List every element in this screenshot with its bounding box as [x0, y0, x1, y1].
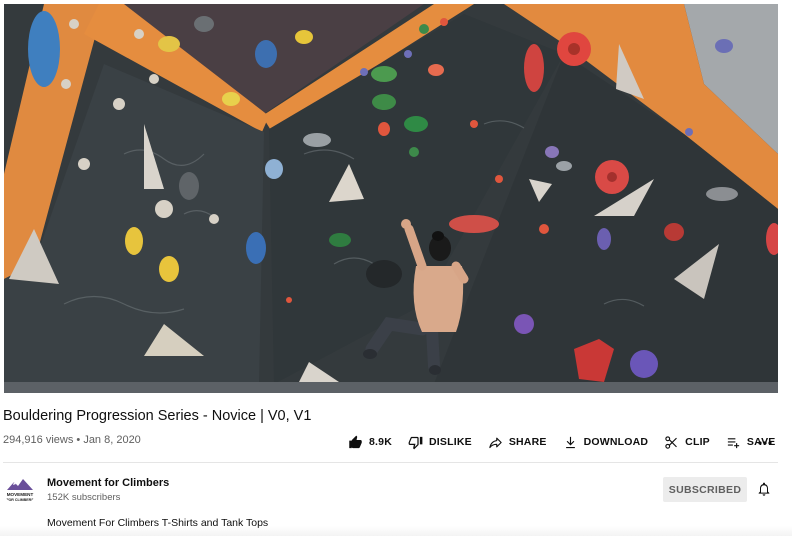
clip-label: CLIP — [685, 436, 710, 448]
scissors-icon — [665, 435, 678, 449]
avatar-text-bottom: FOR CLIMBERS — [6, 498, 34, 502]
subscriber-count: 152K subscribers — [47, 492, 121, 503]
video-meta: 294,916 views • Jan 8, 2020 — [3, 434, 141, 446]
thumbs-down-icon — [408, 436, 423, 449]
page-fade — [0, 526, 792, 536]
download-button[interactable]: DOWNLOAD — [563, 435, 649, 450]
channel-logo: MOVEMENT FOR CLIMBERS — [4, 474, 36, 506]
channel-name[interactable]: Movement for Climbers — [47, 477, 169, 489]
dislike-button[interactable]: DISLIKE — [408, 435, 472, 450]
like-count: 8.9K — [369, 436, 392, 448]
share-label: SHARE — [508, 436, 547, 448]
playlist-add-icon — [727, 437, 740, 448]
clip-button[interactable]: CLIP — [664, 435, 710, 450]
dislike-label: DISLIKE — [428, 436, 472, 448]
channel-avatar[interactable]: MOVEMENT FOR CLIMBERS — [4, 474, 36, 506]
thumbs-up-icon — [349, 435, 362, 448]
avatar-text-top: MOVEMENT — [7, 492, 34, 497]
download-icon — [565, 436, 575, 448]
subscribed-button[interactable]: SUBSCRIBED — [663, 477, 747, 502]
view-count: 294,916 views — [3, 434, 74, 446]
more-horizontal-icon[interactable] — [757, 434, 773, 450]
divider — [3, 462, 778, 463]
video-title: Bouldering Progression Series - Novice |… — [3, 408, 312, 424]
action-bar: 8.9K DISLIKE SHARE DOWNLOAD CLIP SAVE — [348, 432, 792, 452]
meta-separator: • — [76, 434, 81, 446]
share-button[interactable]: SHARE — [488, 435, 547, 450]
bell-icon[interactable] — [756, 481, 772, 497]
like-button[interactable]: 8.9K — [348, 435, 392, 450]
video-frame-climbing-wall — [4, 4, 778, 393]
upload-date: Jan 8, 2020 — [83, 434, 141, 446]
share-icon — [489, 437, 502, 448]
video-player[interactable] — [4, 4, 778, 393]
download-label: DOWNLOAD — [583, 436, 649, 448]
